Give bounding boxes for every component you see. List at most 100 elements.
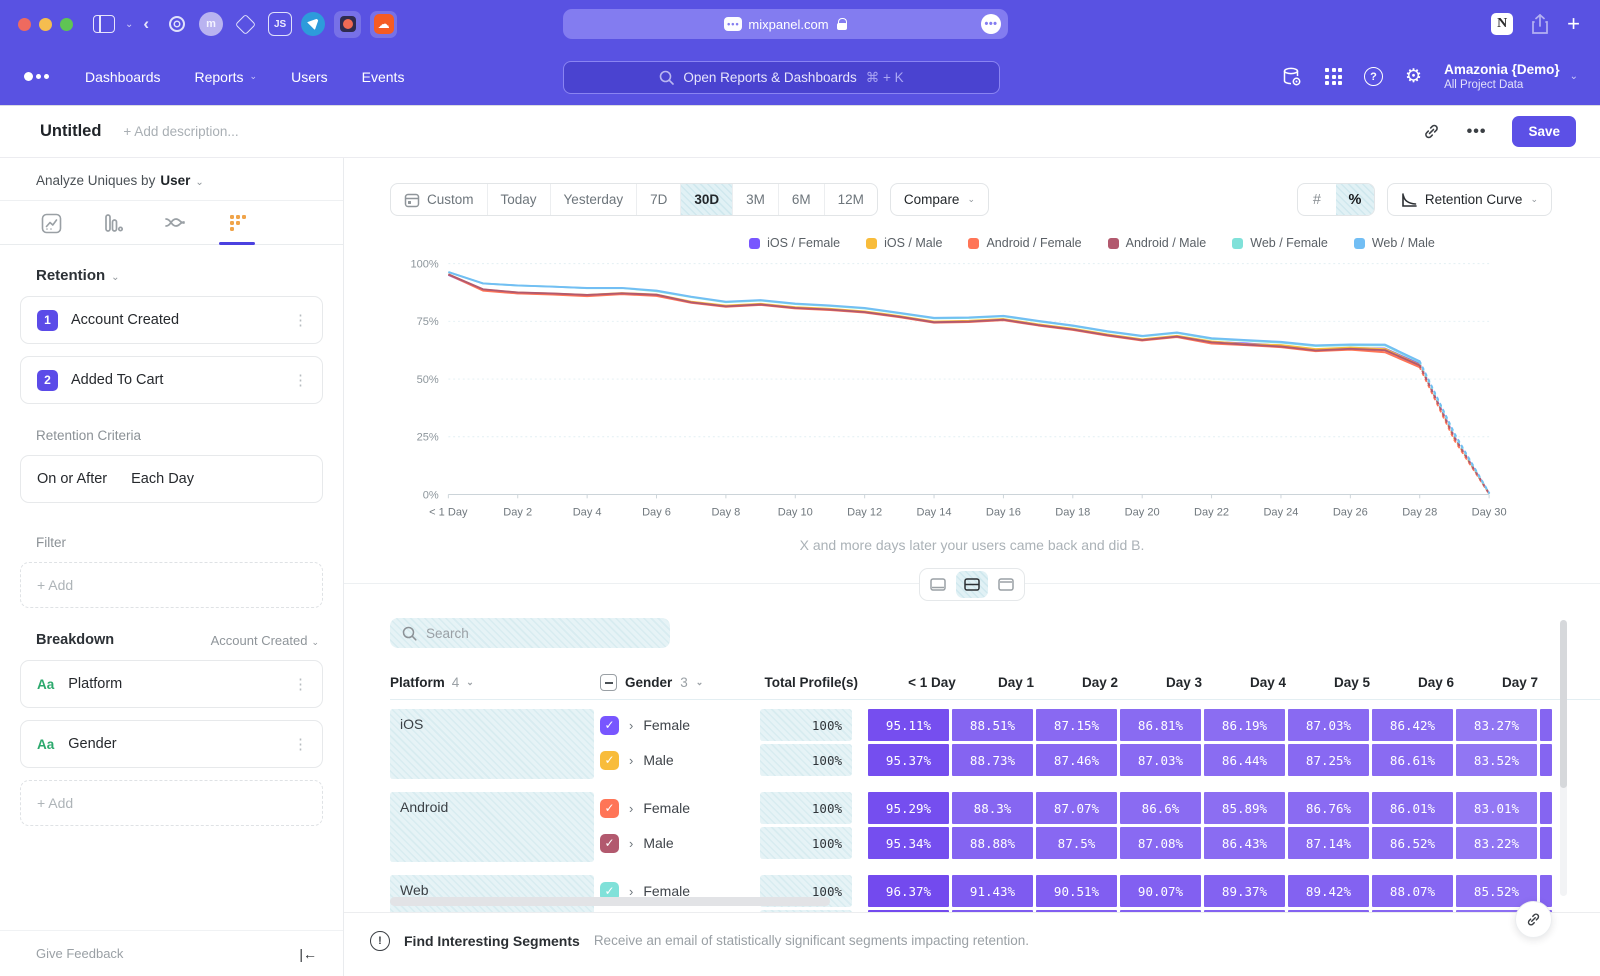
- retention-value-cell[interactable]: 86.52%: [1372, 827, 1453, 859]
- help-icon[interactable]: ?: [1364, 67, 1383, 86]
- expand-row-icon[interactable]: ›: [629, 801, 633, 816]
- retention-value-cell[interactable]: 89.37%: [1204, 875, 1285, 907]
- day-column-header[interactable]: Day 2: [1058, 675, 1142, 690]
- day-column-header[interactable]: Day 1: [974, 675, 1058, 690]
- platform-cell[interactable]: iOS: [390, 709, 594, 779]
- tab-flows[interactable]: [154, 213, 196, 244]
- horizontal-scrollbar[interactable]: [390, 897, 830, 906]
- retention-step-card[interactable]: 1Account Created⋮: [20, 296, 323, 344]
- day-column-header[interactable]: < 1 Day: [890, 675, 974, 690]
- retention-value-cell[interactable]: 87.08%: [1120, 827, 1201, 859]
- retention-value-cell[interactable]: 83.01%: [1456, 792, 1537, 824]
- nav-item-events[interactable]: Events: [362, 69, 405, 85]
- give-feedback-link[interactable]: Give Feedback: [36, 946, 123, 961]
- target-icon[interactable]: [163, 11, 190, 38]
- retention-value-cell[interactable]: 87.5%: [1036, 827, 1117, 859]
- absolute-numbers-toggle[interactable]: #: [1298, 184, 1336, 215]
- date-range-7d[interactable]: 7D: [637, 184, 681, 215]
- breakdown-property-name[interactable]: Platform: [68, 676, 122, 692]
- criteria-condition[interactable]: On or After: [37, 471, 107, 487]
- retention-value-cell[interactable]: 88.07%: [1372, 875, 1453, 907]
- maximize-window-button[interactable]: [60, 18, 73, 31]
- url-options-icon[interactable]: •••: [981, 14, 1001, 34]
- kebab-menu-icon[interactable]: ⋮: [293, 735, 308, 753]
- gender-column-header[interactable]: Gender3⌄: [600, 674, 760, 691]
- compare-button[interactable]: Compare⌄: [890, 183, 989, 216]
- expand-row-icon[interactable]: ›: [629, 718, 633, 733]
- legend-item[interactable]: Android / Male: [1108, 236, 1207, 250]
- breakdown-card[interactable]: AaPlatform⋮: [20, 660, 323, 708]
- copy-link-icon[interactable]: [1422, 122, 1441, 141]
- account-switcher[interactable]: Amazonia {Demo} All Project Data ⌄: [1444, 62, 1578, 91]
- report-description-placeholder[interactable]: + Add description...: [123, 124, 238, 139]
- legend-item[interactable]: iOS / Male: [866, 236, 942, 250]
- date-range-today[interactable]: Today: [488, 184, 551, 215]
- nav-item-reports[interactable]: Reports⌄: [195, 69, 258, 85]
- breakdown-scope-dropdown[interactable]: Account Created⌄: [211, 633, 319, 648]
- find-segments-title[interactable]: Find Interesting Segments: [404, 933, 580, 949]
- legend-item[interactable]: Web / Male: [1354, 236, 1435, 250]
- chart-type-dropdown[interactable]: Retention Curve⌄: [1387, 183, 1552, 216]
- series-checkbox[interactable]: ✓: [600, 834, 619, 853]
- retention-value-cell[interactable]: 87.15%: [1036, 709, 1117, 741]
- chevron-down-icon[interactable]: ⌄: [125, 19, 133, 30]
- url-bar[interactable]: ••• mixpanel.com •••: [563, 9, 1008, 39]
- analyze-uniques-row[interactable]: Analyze Uniques byUser⌄: [0, 158, 343, 201]
- retention-value-cell[interactable]: 86.42%: [1372, 709, 1453, 741]
- settings-gear-icon[interactable]: ⚙: [1405, 65, 1422, 88]
- legend-item[interactable]: Web / Female: [1232, 236, 1328, 250]
- retention-value-cell[interactable]: 95.34%: [868, 827, 949, 859]
- split-view-icon[interactable]: [956, 571, 988, 598]
- retention-value-cell[interactable]: 85.89%: [1204, 792, 1285, 824]
- close-window-button[interactable]: [18, 18, 31, 31]
- platform-cell[interactable]: Web: [390, 875, 594, 912]
- gender-cell[interactable]: ✓›Female: [600, 716, 760, 735]
- extensions-badge-icon[interactable]: •••: [724, 17, 742, 31]
- table-search-input[interactable]: [426, 626, 626, 641]
- retention-section-header[interactable]: Retention⌄: [20, 263, 323, 296]
- avatar-m-icon[interactable]: m: [199, 12, 223, 36]
- retention-value-cell[interactable]: 95.11%: [868, 709, 949, 741]
- retention-value-cell[interactable]: 87.03%: [1120, 744, 1201, 776]
- js-icon[interactable]: JS: [268, 12, 292, 36]
- retention-value-cell[interactable]: 83.52%: [1456, 744, 1537, 776]
- retention-chart[interactable]: 100%75%50%25%0%< 1 DayDay 2Day 4Day 6Day…: [382, 254, 1542, 527]
- retention-value-cell[interactable]: 91.43%: [952, 875, 1033, 907]
- gender-cell[interactable]: ✓›Male: [600, 751, 760, 770]
- sidebar-toggle-icon[interactable]: [93, 15, 115, 33]
- retention-value-cell[interactable]: 83.27%: [1456, 709, 1537, 741]
- expand-row-icon[interactable]: ›: [629, 836, 633, 851]
- day-column-header[interactable]: Day 4: [1226, 675, 1310, 690]
- date-range-6m[interactable]: 6M: [779, 184, 825, 215]
- platform-column-header[interactable]: Platform4⌄: [390, 675, 600, 690]
- retention-value-cell[interactable]: 89.42%: [1288, 875, 1369, 907]
- legend-item[interactable]: Android / Female: [968, 236, 1081, 250]
- total-profiles-header[interactable]: Total Profile(s): [760, 675, 858, 690]
- vertical-scrollbar[interactable]: [1560, 620, 1567, 896]
- tab-funnels[interactable]: [92, 213, 134, 244]
- breakdown-property-name[interactable]: Gender: [68, 736, 116, 752]
- postman-icon[interactable]: [334, 11, 361, 38]
- nav-item-users[interactable]: Users: [291, 69, 328, 85]
- nav-item-dashboards[interactable]: Dashboards: [85, 69, 161, 85]
- retention-value-cell[interactable]: 87.07%: [1036, 792, 1117, 824]
- day-column-header[interactable]: Day 7: [1478, 675, 1562, 690]
- collapse-sidebar-icon[interactable]: |←: [299, 946, 317, 962]
- step-event-name[interactable]: Added To Cart: [71, 372, 163, 388]
- retention-value-cell[interactable]: 88.73%: [952, 744, 1033, 776]
- analyze-value[interactable]: User: [160, 173, 190, 188]
- soundcloud-icon[interactable]: ☁: [370, 11, 397, 38]
- retention-value-cell[interactable]: 96.37%: [868, 875, 949, 907]
- series-checkbox[interactable]: ✓: [600, 751, 619, 770]
- day-column-header[interactable]: Day 6: [1394, 675, 1478, 690]
- retention-value-cell[interactable]: 90.07%: [1120, 875, 1201, 907]
- retention-criteria-card[interactable]: On or After Each Day: [20, 455, 323, 503]
- date-range-30d[interactable]: 30D: [681, 184, 733, 215]
- breakdown-card[interactable]: AaGender⋮: [20, 720, 323, 768]
- gender-cell[interactable]: ✓›Male: [600, 834, 760, 853]
- retention-value-cell[interactable]: 88.51%: [952, 709, 1033, 741]
- save-button[interactable]: Save: [1512, 116, 1576, 147]
- share-link-button[interactable]: [1515, 901, 1552, 938]
- series-checkbox[interactable]: ✓: [600, 716, 619, 735]
- tab-insights[interactable]: [30, 213, 72, 244]
